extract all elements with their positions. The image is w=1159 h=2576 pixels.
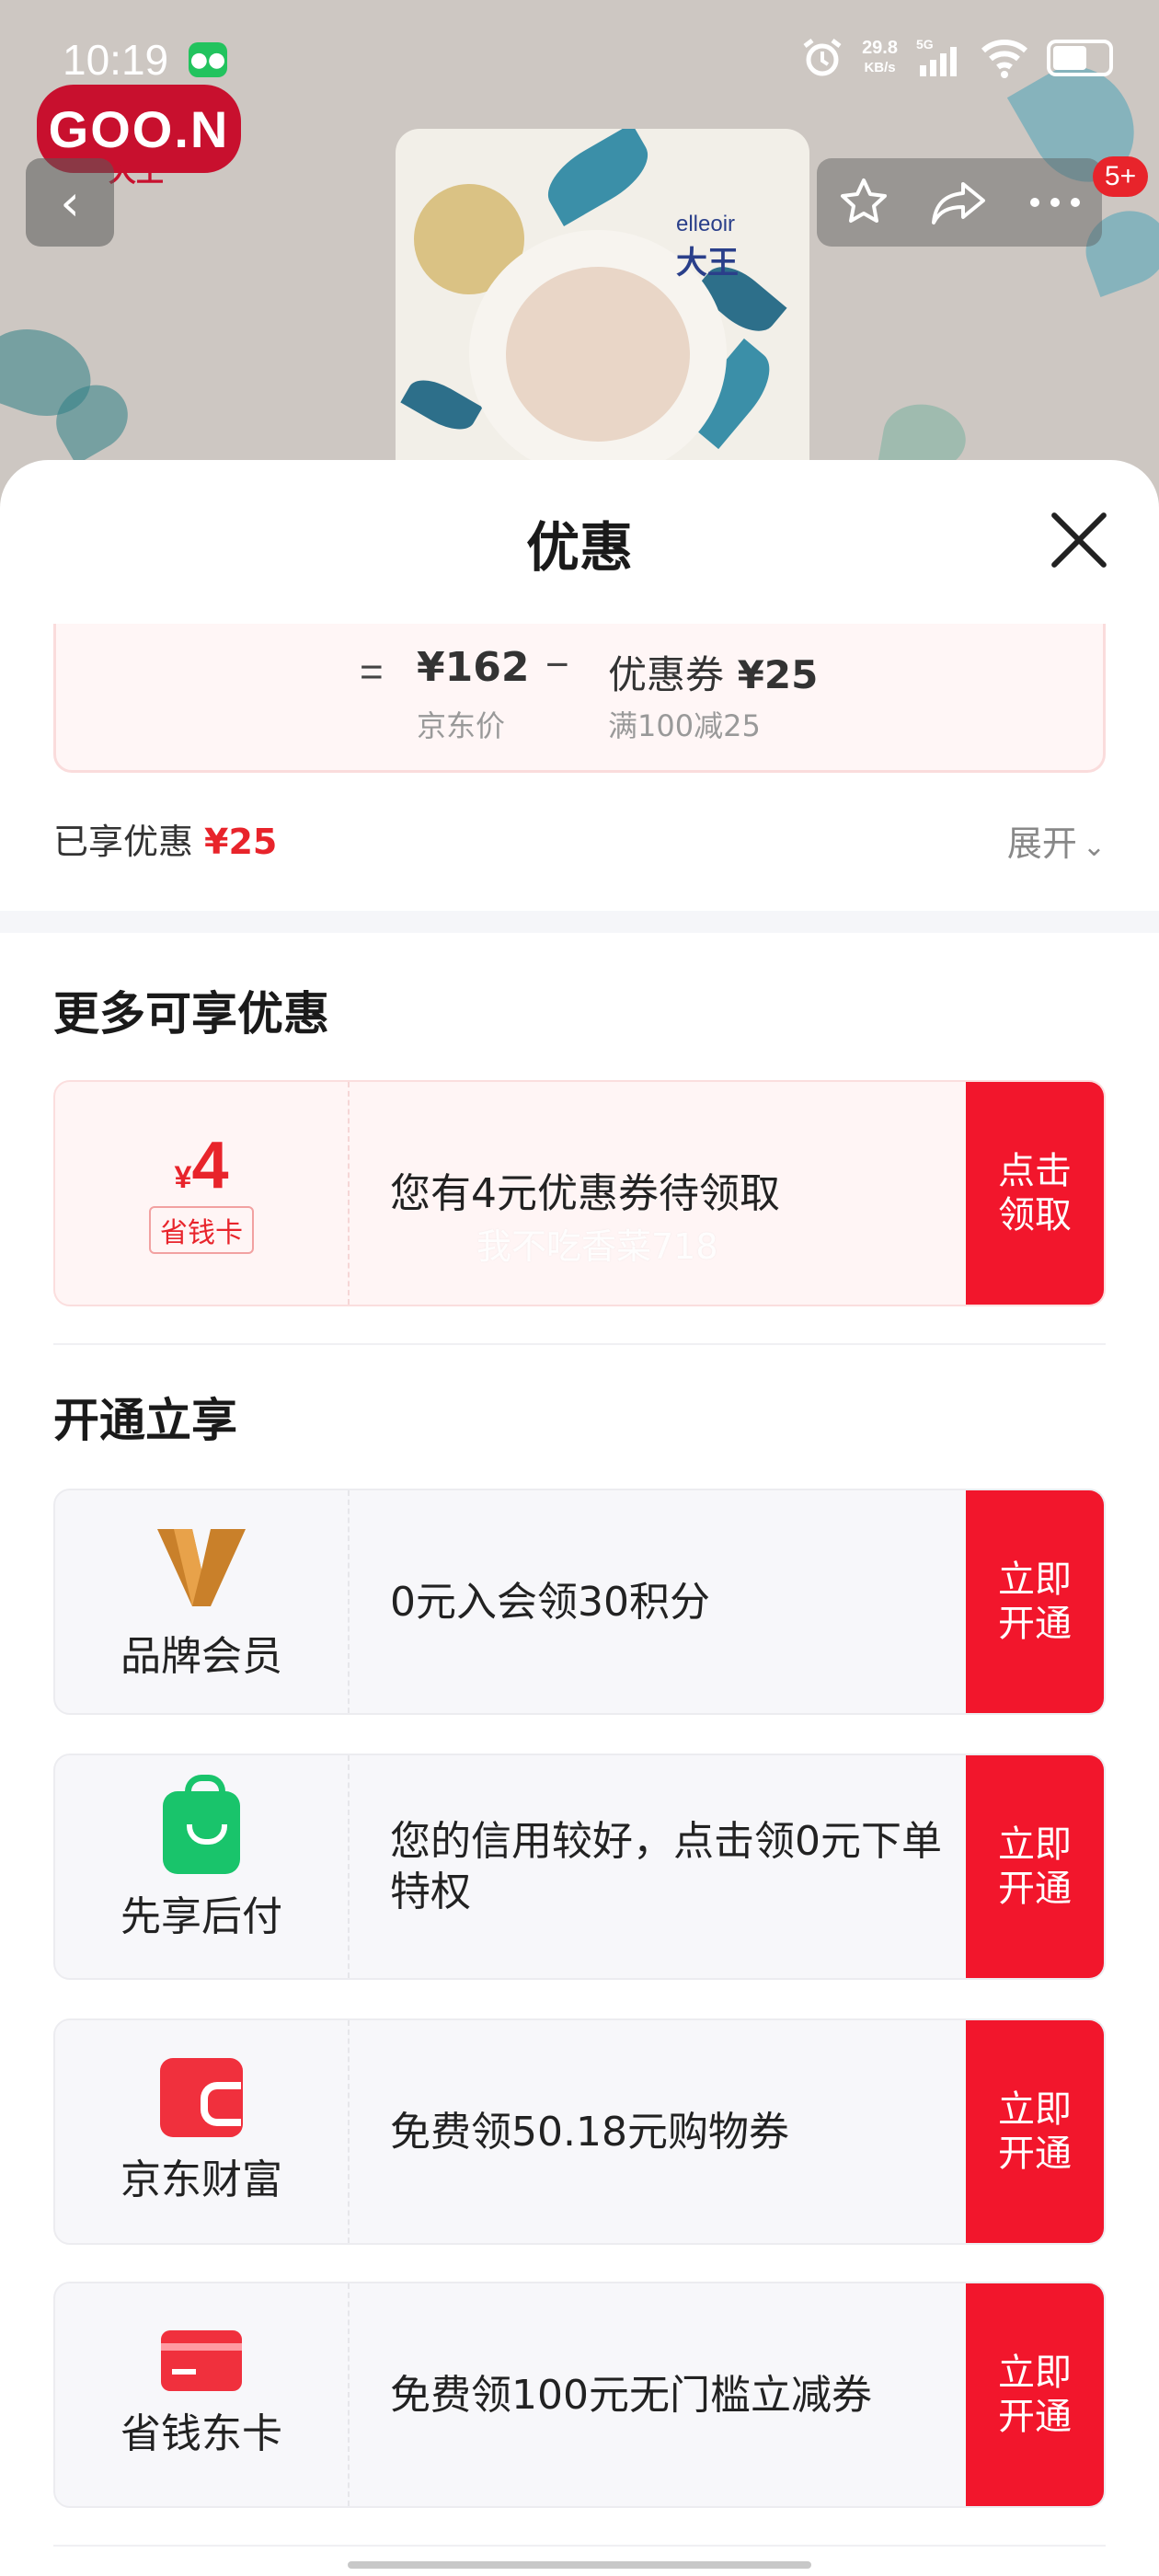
wallet-icon bbox=[160, 2058, 243, 2137]
coupon-value: ¥4 bbox=[174, 1129, 229, 1202]
offer-text: 您的信用较好，点击领0元下单特权 bbox=[390, 1818, 942, 1915]
nav-actions bbox=[817, 158, 1102, 247]
alarm-icon bbox=[803, 39, 842, 76]
credit-card-icon bbox=[161, 2330, 242, 2391]
jd-price: ¥162 bbox=[417, 644, 530, 691]
signal-icon: 5G bbox=[916, 38, 957, 76]
network-speed: 29.8 KB/s bbox=[862, 38, 898, 75]
wechat-icon: ●● bbox=[189, 42, 227, 77]
coupon-card-text: 您有4元优惠券待领取 bbox=[390, 1169, 780, 1217]
enjoyed-discount: 已享优惠 ¥25 bbox=[53, 822, 278, 862]
offer-name: 京东财富 bbox=[120, 2156, 282, 2203]
jd-price-label: 京东价 bbox=[417, 708, 506, 743]
brand-sub: 大王 bbox=[109, 156, 164, 189]
claim-coupon-button[interactable]: 点击领取 bbox=[966, 1082, 1104, 1305]
chevron-left-icon: ‹ bbox=[60, 173, 80, 232]
discount-sheet: 优惠 = ¥162 京东价 − 优惠券 ¥25 满100减25 已享优惠 ¥25 … bbox=[0, 460, 1159, 2576]
offer-card-brand-member[interactable]: 品牌会员 0元入会领30积分 立即开通 bbox=[53, 1489, 1106, 1715]
sheet-title: 优惠 bbox=[525, 516, 633, 579]
divider bbox=[53, 2545, 1106, 2547]
coupon-rule: 满100减25 bbox=[608, 708, 761, 743]
coupon-amount: 优惠券 ¥25 bbox=[608, 652, 819, 697]
open-now-button[interactable]: 立即开通 bbox=[966, 2283, 1104, 2506]
pack-brand: elleoir 大王 bbox=[676, 212, 739, 281]
offer-name: 品牌会员 bbox=[120, 1633, 282, 1680]
minus-sign: − bbox=[545, 642, 569, 687]
equals-sign: = bbox=[360, 650, 384, 695]
chevron-down-icon: ⌄ bbox=[1082, 831, 1106, 863]
product-package: elleoir 大王 bbox=[396, 129, 809, 515]
cart-badge: 5+ bbox=[1093, 156, 1148, 197]
watermark: 我不吃香菜718 bbox=[476, 1226, 718, 1267]
offer-card-savings-card[interactable]: 省钱东卡 免费领100元无门槛立减券 立即开通 bbox=[53, 2282, 1106, 2508]
offer-text: 0元入会领30积分 bbox=[390, 1578, 710, 1626]
more-icon[interactable] bbox=[1027, 193, 1083, 212]
offer-text: 免费领100元无门槛立减券 bbox=[390, 2371, 872, 2419]
divider bbox=[53, 1343, 1106, 1345]
wifi-icon bbox=[981, 40, 1028, 78]
offer-text: 免费领50.18元购物券 bbox=[390, 2108, 789, 2156]
star-icon[interactable] bbox=[836, 175, 891, 230]
expand-button[interactable]: 展开 ⌄ bbox=[1007, 815, 1106, 866]
brand-member-icon bbox=[157, 1529, 246, 1606]
open-now-button[interactable]: 立即开通 bbox=[966, 1490, 1104, 1713]
shopping-bag-icon bbox=[163, 1775, 240, 1874]
offer-name: 先享后付 bbox=[120, 1893, 282, 1940]
open-now-button[interactable]: 立即开通 bbox=[966, 2020, 1104, 2243]
savings-card-tag: 省钱卡 bbox=[149, 1206, 254, 1254]
section-divider bbox=[0, 911, 1159, 933]
open-benefits-title: 开通立享 bbox=[53, 1394, 237, 1447]
price-calculation: = ¥162 京东价 − 优惠券 ¥25 满100减25 bbox=[53, 624, 1106, 773]
offer-name: 省钱东卡 bbox=[120, 2410, 282, 2457]
status-bar: 10:19 ●● 29.8 KB/s 5G bbox=[0, 0, 1159, 120]
open-now-button[interactable]: 立即开通 bbox=[966, 1755, 1104, 1978]
more-discounts-title: 更多可享优惠 bbox=[53, 987, 329, 1041]
offer-card-pay-later[interactable]: 先享后付 您的信用较好，点击领0元下单特权 立即开通 bbox=[53, 1754, 1106, 1980]
back-button[interactable]: ‹ bbox=[26, 158, 114, 247]
status-time: 10:19 bbox=[63, 36, 169, 84]
home-indicator[interactable] bbox=[348, 2561, 811, 2569]
offer-card-jd-finance[interactable]: 京东财富 免费领50.18元购物券 立即开通 bbox=[53, 2018, 1106, 2245]
share-icon[interactable] bbox=[930, 175, 989, 230]
battery-icon bbox=[1047, 40, 1113, 76]
coupon-card[interactable]: ¥4 省钱卡 您有4元优惠券待领取 我不吃香菜718 点击领取 bbox=[53, 1080, 1106, 1306]
svg-text:5G: 5G bbox=[916, 38, 934, 52]
close-button[interactable] bbox=[1047, 508, 1111, 572]
